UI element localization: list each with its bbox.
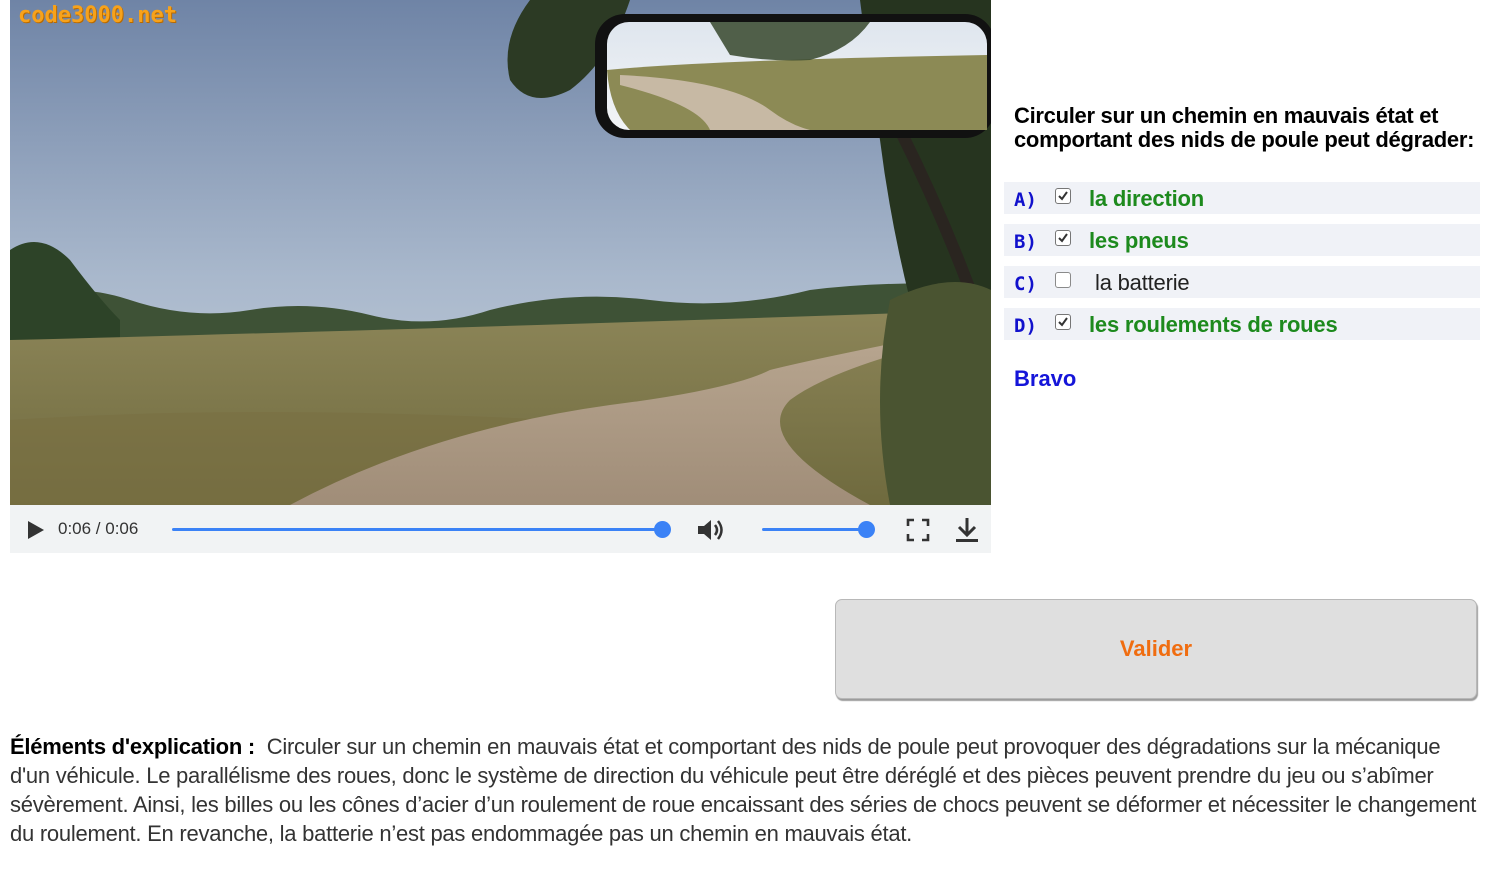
answer-label-c: la batterie [1095, 270, 1190, 295]
download-icon[interactable] [954, 516, 980, 544]
question-text: Circuler sur un chemin en mauvais état e… [1014, 103, 1475, 152]
answer-checkbox-d[interactable] [1055, 314, 1071, 330]
answer-letter: D) [1014, 315, 1037, 337]
seek-thumb[interactable] [654, 521, 671, 538]
play-icon[interactable] [24, 519, 46, 541]
answer-letter: C) [1014, 273, 1037, 295]
video-controls: 0:06 / 0:06 [10, 505, 991, 553]
watermark-logo: code3000.net [18, 3, 177, 28]
volume-track [762, 528, 866, 531]
answer-option-a[interactable]: A) la direction [1004, 182, 1480, 214]
answer-checkbox-a[interactable] [1055, 188, 1071, 204]
answer-label-b: les pneus [1089, 228, 1189, 253]
time-display: 0:06 / 0:06 [58, 519, 139, 538]
volume-slider[interactable] [762, 518, 875, 540]
validate-button[interactable]: Valider [835, 599, 1477, 699]
checkmark-icon [1058, 317, 1068, 327]
explanation-heading: Éléments d'explication : [10, 734, 255, 759]
answer-label-a: la direction [1089, 186, 1204, 211]
driving-scene-image [10, 0, 991, 505]
result-message: Bravo [1014, 366, 1077, 391]
answer-checkbox-b[interactable] [1055, 230, 1071, 246]
answer-letter: B) [1014, 231, 1037, 253]
answer-list: A) la direction B) les pneus C) la batte… [1004, 182, 1480, 350]
seek-track [172, 528, 662, 531]
fullscreen-icon[interactable] [906, 518, 930, 542]
answer-option-c[interactable]: C) la batterie [1004, 266, 1480, 298]
checkmark-icon [1058, 233, 1068, 243]
answer-checkbox-c[interactable] [1055, 272, 1071, 288]
video-frame[interactable]: code3000.net [10, 0, 991, 505]
volume-icon[interactable] [696, 517, 726, 543]
seek-slider[interactable] [172, 518, 672, 540]
answer-label-d: les roulements de roues [1089, 312, 1338, 337]
answer-option-d[interactable]: D) les roulements de roues [1004, 308, 1480, 340]
explanation-block: Éléments d'explication : Circuler sur un… [10, 732, 1485, 848]
page: code3000.net 0:06 / 0:06 Circuler sur un… [0, 0, 1497, 887]
checkmark-icon [1058, 191, 1068, 201]
volume-thumb[interactable] [858, 521, 875, 538]
video-player[interactable]: code3000.net 0:06 / 0:06 [10, 0, 991, 553]
answer-letter: A) [1014, 189, 1037, 211]
answer-option-b[interactable]: B) les pneus [1004, 224, 1480, 256]
